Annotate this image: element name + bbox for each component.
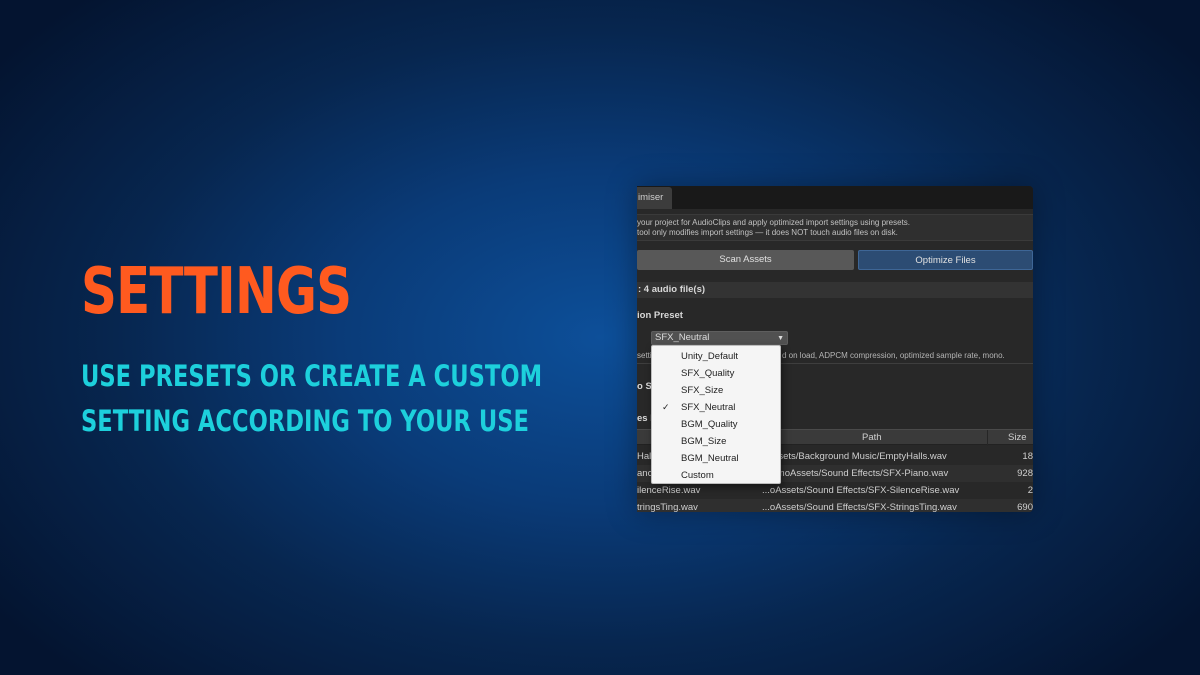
section-label-o-s: o S: [637, 381, 652, 392]
info-line-2: tool only modifies import settings — it …: [637, 228, 898, 237]
preset-select-value: SFX_Neutral: [655, 332, 710, 343]
row-size: 928: [1017, 468, 1033, 479]
row-path: ...oAssets/Sound Effects/SFX-SilenceRise…: [762, 485, 960, 496]
row-path: ...oAssets/Sound Effects/SFX-StringsTing…: [762, 502, 957, 512]
table-row[interactable]: ilenceRise.wav ...oAssets/Sound Effects/…: [637, 482, 1033, 499]
scan-result: : 4 audio file(s): [637, 282, 1033, 298]
row-name: ilenceRise.wav: [637, 485, 701, 496]
column-header-path[interactable]: Path: [862, 430, 882, 445]
menu-item-sfx-neutral[interactable]: ✓ SFX_Neutral: [652, 399, 780, 416]
menu-item-label: SFX_Quality: [681, 368, 735, 379]
table-row[interactable]: tringsTing.wav ...oAssets/Sound Effects/…: [637, 499, 1033, 512]
headline: SETTINGS: [81, 255, 352, 329]
preset-select[interactable]: SFX_Neutral ▼: [651, 331, 788, 345]
tab-optimiser[interactable]: imiser: [637, 187, 672, 209]
menu-item-label: Unity_Default: [681, 351, 739, 362]
menu-item-custom[interactable]: Custom: [652, 467, 780, 484]
row-size: 2: [1027, 485, 1033, 496]
column-header-size[interactable]: Size: [1008, 430, 1026, 445]
menu-item-label: BGM_Quality: [681, 419, 738, 430]
subline-line-1: USE PRESETS OR CREATE A CUSTOM: [81, 359, 543, 393]
menu-item-label: Custom: [681, 470, 714, 481]
subline-line-2: SETTING ACCORDING TO YOUR USE: [81, 404, 529, 438]
preset-dropdown-menu: Unity_Default SFX_Quality SFX_Size ✓ SFX_…: [651, 345, 781, 484]
scan-assets-button[interactable]: Scan Assets: [637, 250, 854, 270]
menu-item-label: SFX_Size: [681, 385, 724, 396]
row-path: oAssets/Background Music/EmptyHalls.wav: [762, 451, 947, 462]
tab-bar: imiser: [637, 186, 1033, 209]
row-name: tringsTing.wav: [637, 502, 698, 512]
chevron-down-icon: ▼: [777, 335, 784, 342]
menu-item-label: BGM_Size: [681, 436, 727, 447]
menu-item-sfx-quality[interactable]: SFX_Quality: [652, 365, 780, 382]
menu-item-bgm-size[interactable]: BGM_Size: [652, 433, 780, 450]
row-size: 18: [1022, 451, 1033, 462]
menu-item-sfx-size[interactable]: SFX_Size: [652, 382, 780, 399]
info-box: your project for AudioClips and apply op…: [637, 214, 1033, 241]
preset-description-end: d on load, ADPCM compression, optimized …: [782, 351, 1005, 360]
menu-item-bgm-neutral[interactable]: BGM_Neutral: [652, 450, 780, 467]
info-line-1: your project for AudioClips and apply op…: [637, 218, 911, 227]
subline: USE PRESETS OR CREATE A CUSTOM SETTING A…: [81, 354, 542, 444]
check-icon: ✓: [662, 402, 670, 412]
row-path: /DemoAssets/Sound Effects/SFX-Piano.wav: [762, 468, 949, 479]
optimize-files-button[interactable]: Optimize Files: [858, 250, 1033, 270]
column-separator[interactable]: [987, 430, 988, 446]
preset-section-title: ion Preset: [637, 310, 683, 321]
menu-item-label: SFX_Neutral: [681, 402, 736, 413]
menu-item-bgm-quality[interactable]: BGM_Quality: [652, 416, 780, 433]
menu-item-unity-default[interactable]: Unity_Default: [652, 348, 780, 365]
menu-item-label: BGM_Neutral: [681, 453, 739, 464]
row-size: 690: [1017, 502, 1033, 512]
